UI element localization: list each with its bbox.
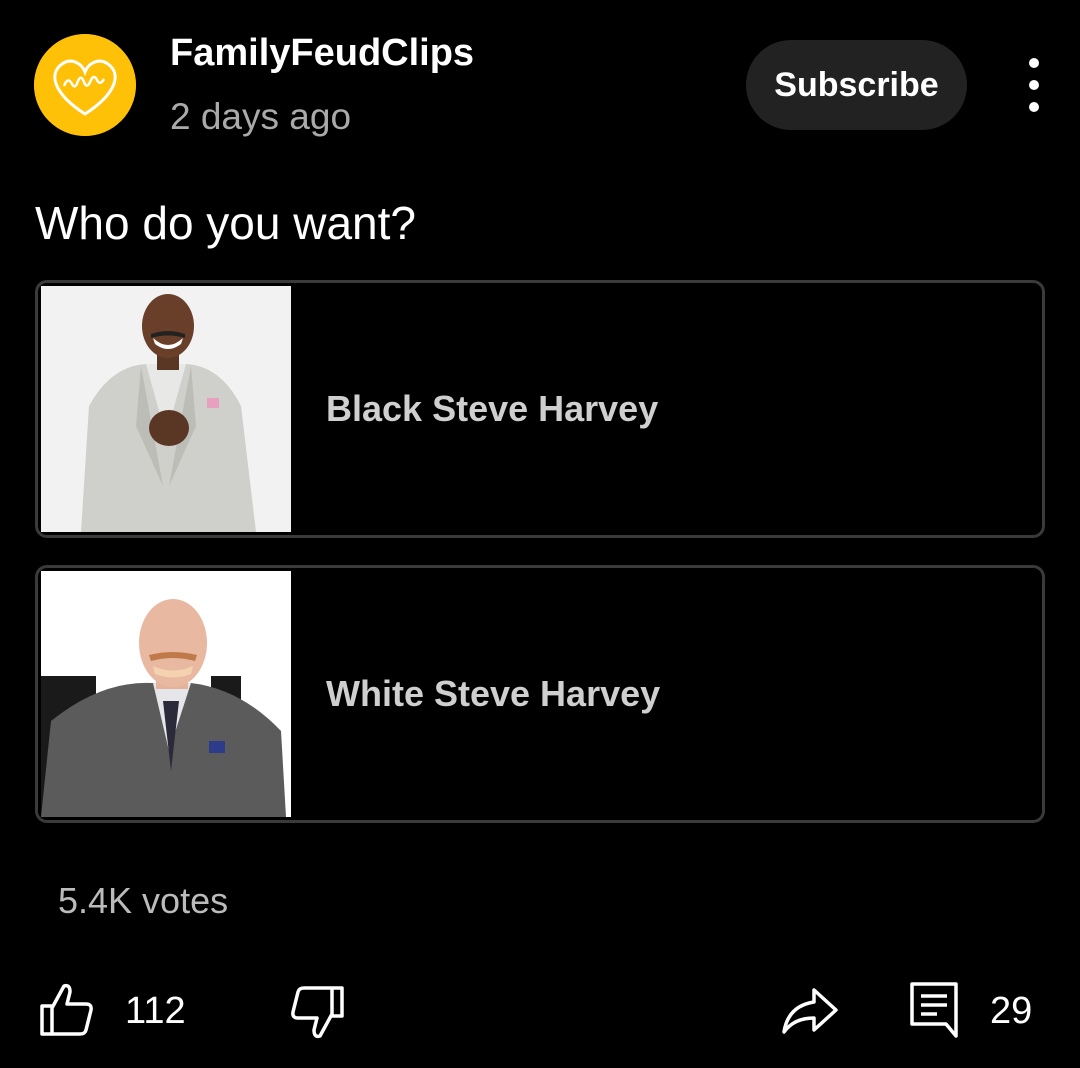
thumb-down-icon	[291, 986, 344, 1039]
like-count: 112	[125, 990, 186, 1032]
option-image	[41, 286, 291, 532]
post-age: 2 days ago	[170, 96, 352, 137]
share-icon	[782, 988, 838, 1034]
poll-option[interactable]: White Steve Harvey	[35, 565, 1045, 823]
comment-button[interactable]	[908, 980, 960, 1040]
channel-avatar[interactable]	[34, 34, 136, 136]
comment-count: 29	[990, 990, 1033, 1032]
poll-option-label: Black Steve Harvey	[326, 388, 659, 429]
comment-icon	[910, 982, 958, 1038]
dislike-button[interactable]	[288, 984, 346, 1042]
channel-name[interactable]: FamilyFeudClips	[170, 32, 474, 75]
more-vert-icon[interactable]	[1012, 58, 1056, 112]
poll-option[interactable]: Black Steve Harvey	[35, 280, 1045, 538]
vote-count: 5.4K votes	[58, 880, 229, 921]
poll-option-label: White Steve Harvey	[326, 673, 661, 714]
share-button[interactable]	[780, 986, 840, 1036]
option-image	[41, 571, 291, 817]
thumb-up-icon	[40, 983, 93, 1036]
like-button[interactable]	[38, 980, 96, 1038]
family-logo	[34, 34, 136, 136]
subscribe-button[interactable]: Subscribe	[746, 40, 967, 130]
poll-question: Who do you want?	[35, 197, 417, 249]
